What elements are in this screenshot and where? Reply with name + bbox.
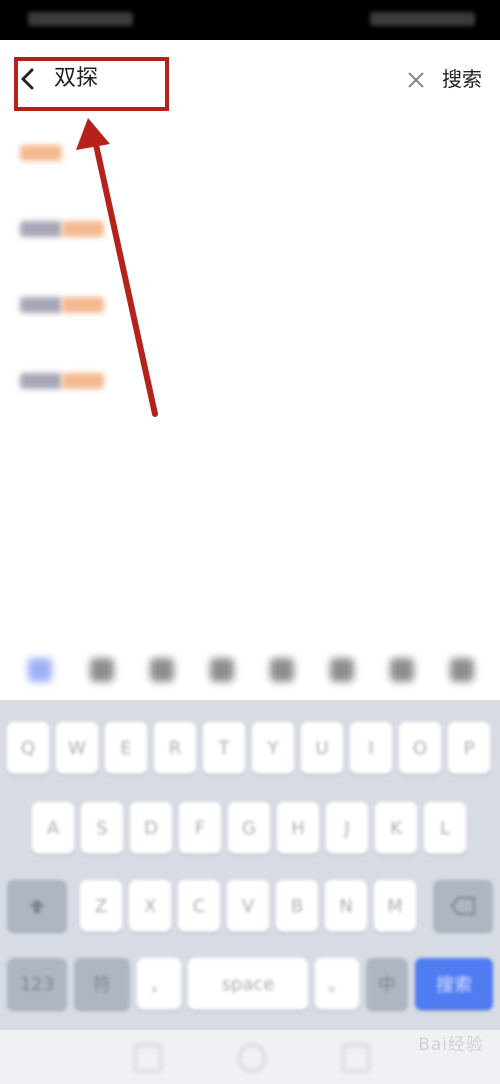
comma-key[interactable]: ， (137, 958, 181, 1010)
key-i[interactable]: I (350, 722, 392, 774)
key-t[interactable]: T (203, 722, 245, 774)
language-key[interactable]: 中 (366, 958, 408, 1010)
key-f[interactable]: F (179, 802, 221, 854)
backspace-icon (451, 897, 475, 915)
key-o[interactable]: O (399, 722, 441, 774)
nav-back-icon[interactable] (134, 1044, 162, 1072)
toolbar-icon[interactable] (90, 658, 114, 682)
keyboard: Q W E R T Y U I O P A S D F G H J K L Z … (0, 700, 500, 1030)
toolbar-icon[interactable] (270, 658, 294, 682)
key-s[interactable]: S (81, 802, 123, 854)
key-c[interactable]: C (178, 880, 220, 932)
search-enter-key[interactable]: 搜索 (415, 958, 493, 1010)
toolbar-icon[interactable] (450, 658, 474, 682)
shift-icon (29, 899, 45, 913)
key-x[interactable]: X (129, 880, 171, 932)
nav-recents-icon[interactable] (342, 1044, 370, 1072)
key-r[interactable]: R (154, 722, 196, 774)
toolbar-icon[interactable] (210, 658, 234, 682)
toolbar-icon[interactable] (330, 658, 354, 682)
keyboard-logo-icon[interactable] (28, 658, 52, 682)
key-u[interactable]: U (301, 722, 343, 774)
candidate-bar (0, 640, 500, 700)
key-l[interactable]: L (424, 802, 466, 854)
key-m[interactable]: M (374, 880, 416, 932)
key-d[interactable]: D (130, 802, 172, 854)
key-z[interactable]: Z (80, 880, 122, 932)
numbers-key[interactable]: 123 (7, 958, 67, 1010)
key-j[interactable]: J (326, 802, 368, 854)
toolbar-icon[interactable] (390, 658, 414, 682)
key-b[interactable]: B (276, 880, 318, 932)
watermark: Bai经验 (418, 1035, 484, 1055)
key-p[interactable]: P (448, 722, 490, 774)
period-key[interactable]: 。 (315, 958, 359, 1010)
symbols-key[interactable]: 符 (74, 958, 130, 1010)
toolbar-icon[interactable] (150, 658, 174, 682)
key-k[interactable]: K (375, 802, 417, 854)
space-key[interactable]: space (188, 958, 308, 1010)
key-h[interactable]: H (277, 802, 319, 854)
key-a[interactable]: A (32, 802, 74, 854)
key-y[interactable]: Y (252, 722, 294, 774)
backspace-key[interactable] (433, 880, 493, 932)
key-w[interactable]: W (56, 722, 98, 774)
key-g[interactable]: G (228, 802, 270, 854)
key-n[interactable]: N (325, 880, 367, 932)
key-v[interactable]: V (227, 880, 269, 932)
key-e[interactable]: E (105, 722, 147, 774)
key-q[interactable]: Q (7, 722, 49, 774)
nav-home-icon[interactable] (238, 1044, 266, 1072)
shift-key[interactable] (7, 880, 67, 932)
